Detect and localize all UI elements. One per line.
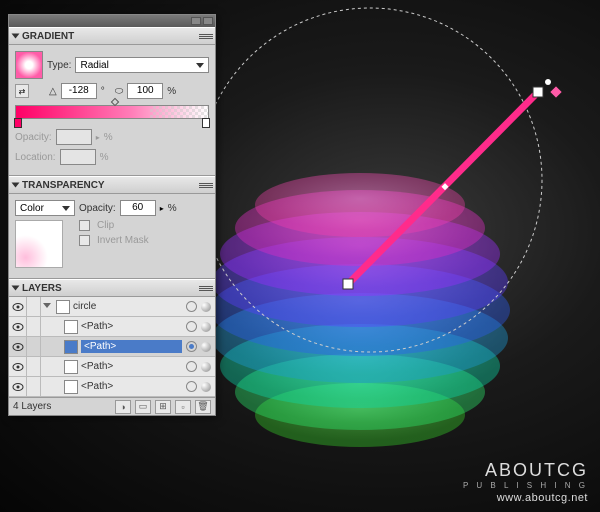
- layer-thumbnail: [64, 380, 78, 394]
- lock-column[interactable]: [27, 297, 41, 317]
- disclosure-icon: [12, 34, 20, 39]
- target-icon[interactable]: [186, 341, 197, 352]
- make-clipping-mask-icon[interactable]: ▭: [135, 400, 151, 414]
- layers-footer: 4 Layers ◑ ▭ ⊞ ▫ 🗑: [9, 397, 215, 415]
- new-layer-icon[interactable]: ▫: [175, 400, 191, 414]
- panel-menu-icon[interactable]: [199, 282, 213, 294]
- blend-mode-dropdown[interactable]: Color: [15, 200, 75, 216]
- collapse-icon[interactable]: [191, 17, 201, 25]
- layer-count: 4 Layers: [13, 401, 51, 412]
- target-icon[interactable]: [186, 321, 197, 332]
- target-icon[interactable]: [186, 301, 197, 312]
- sublayer-row[interactable]: <Path>: [9, 317, 215, 337]
- layers-panel-header[interactable]: LAYERS: [9, 279, 215, 297]
- transparency-title: TRANSPARENCY: [22, 180, 105, 191]
- panel-menu-icon[interactable]: [199, 30, 213, 42]
- angle-icon: △: [49, 86, 57, 97]
- invert-mask-checkbox[interactable]: [79, 235, 90, 246]
- gradient-ramp[interactable]: [15, 105, 209, 119]
- color-stop-right[interactable]: [202, 118, 210, 128]
- disclosure-icon: [12, 286, 20, 291]
- disclosure-icon: [12, 183, 20, 188]
- delete-layer-icon[interactable]: 🗑: [195, 400, 211, 414]
- sublayer-row-selected[interactable]: <Path>: [9, 337, 215, 357]
- stop-opacity-input: [56, 129, 92, 145]
- trans-opacity-label: Opacity:: [79, 203, 116, 214]
- gradient-swatch[interactable]: [15, 51, 43, 79]
- layer-row[interactable]: circle: [9, 297, 215, 317]
- stop-location-input: [60, 149, 96, 165]
- visibility-toggle[interactable]: [9, 337, 27, 357]
- layer-thumbnail: [56, 300, 70, 314]
- panel-menu-icon[interactable]: [199, 179, 213, 191]
- artwork-sphere: [210, 173, 510, 447]
- target-icon[interactable]: [186, 381, 197, 392]
- visibility-toggle[interactable]: [9, 357, 27, 377]
- trans-opacity-input[interactable]: 60: [120, 200, 156, 216]
- type-label: Type:: [47, 60, 71, 71]
- angle-input[interactable]: -128: [61, 83, 97, 99]
- color-stop-left[interactable]: [14, 118, 22, 128]
- target-icon[interactable]: [186, 361, 197, 372]
- transparency-thumbnail[interactable]: [15, 220, 63, 268]
- locate-object-icon[interactable]: ◑: [115, 400, 131, 414]
- opacity-label: Opacity:: [15, 132, 52, 143]
- reverse-gradient-icon[interactable]: ⇄: [15, 84, 29, 98]
- midpoint-stop[interactable]: [111, 98, 119, 106]
- visibility-toggle[interactable]: [9, 297, 27, 317]
- gradient-type-dropdown[interactable]: Radial: [75, 57, 209, 73]
- new-sublayer-icon[interactable]: ⊞: [155, 400, 171, 414]
- close-icon[interactable]: [203, 17, 213, 25]
- layers-title: LAYERS: [22, 283, 62, 294]
- layer-disclosure-icon[interactable]: [43, 303, 51, 311]
- sublayer-row[interactable]: <Path>: [9, 377, 215, 397]
- layer-thumbnail: [64, 340, 78, 354]
- panel-titlebar[interactable]: [9, 15, 215, 27]
- transparency-panel-header[interactable]: TRANSPARENCY: [9, 176, 215, 194]
- sublayer-row[interactable]: <Path>: [9, 357, 215, 377]
- visibility-toggle[interactable]: [9, 377, 27, 397]
- aspect-input[interactable]: 100: [127, 83, 163, 99]
- gradient-panel-header[interactable]: GRADIENT: [9, 27, 215, 45]
- gradient-title: GRADIENT: [22, 31, 74, 42]
- watermark: ABOUTCG P U B L I S H I N G www.aboutcg.…: [463, 460, 588, 504]
- location-label: Location:: [15, 152, 56, 163]
- visibility-toggle[interactable]: [9, 317, 27, 337]
- aspect-icon: ⬭: [115, 86, 124, 97]
- layer-thumbnail: [64, 320, 78, 334]
- layer-thumbnail: [64, 360, 78, 374]
- clip-checkbox[interactable]: [79, 220, 90, 231]
- selection-indicator: [201, 302, 211, 312]
